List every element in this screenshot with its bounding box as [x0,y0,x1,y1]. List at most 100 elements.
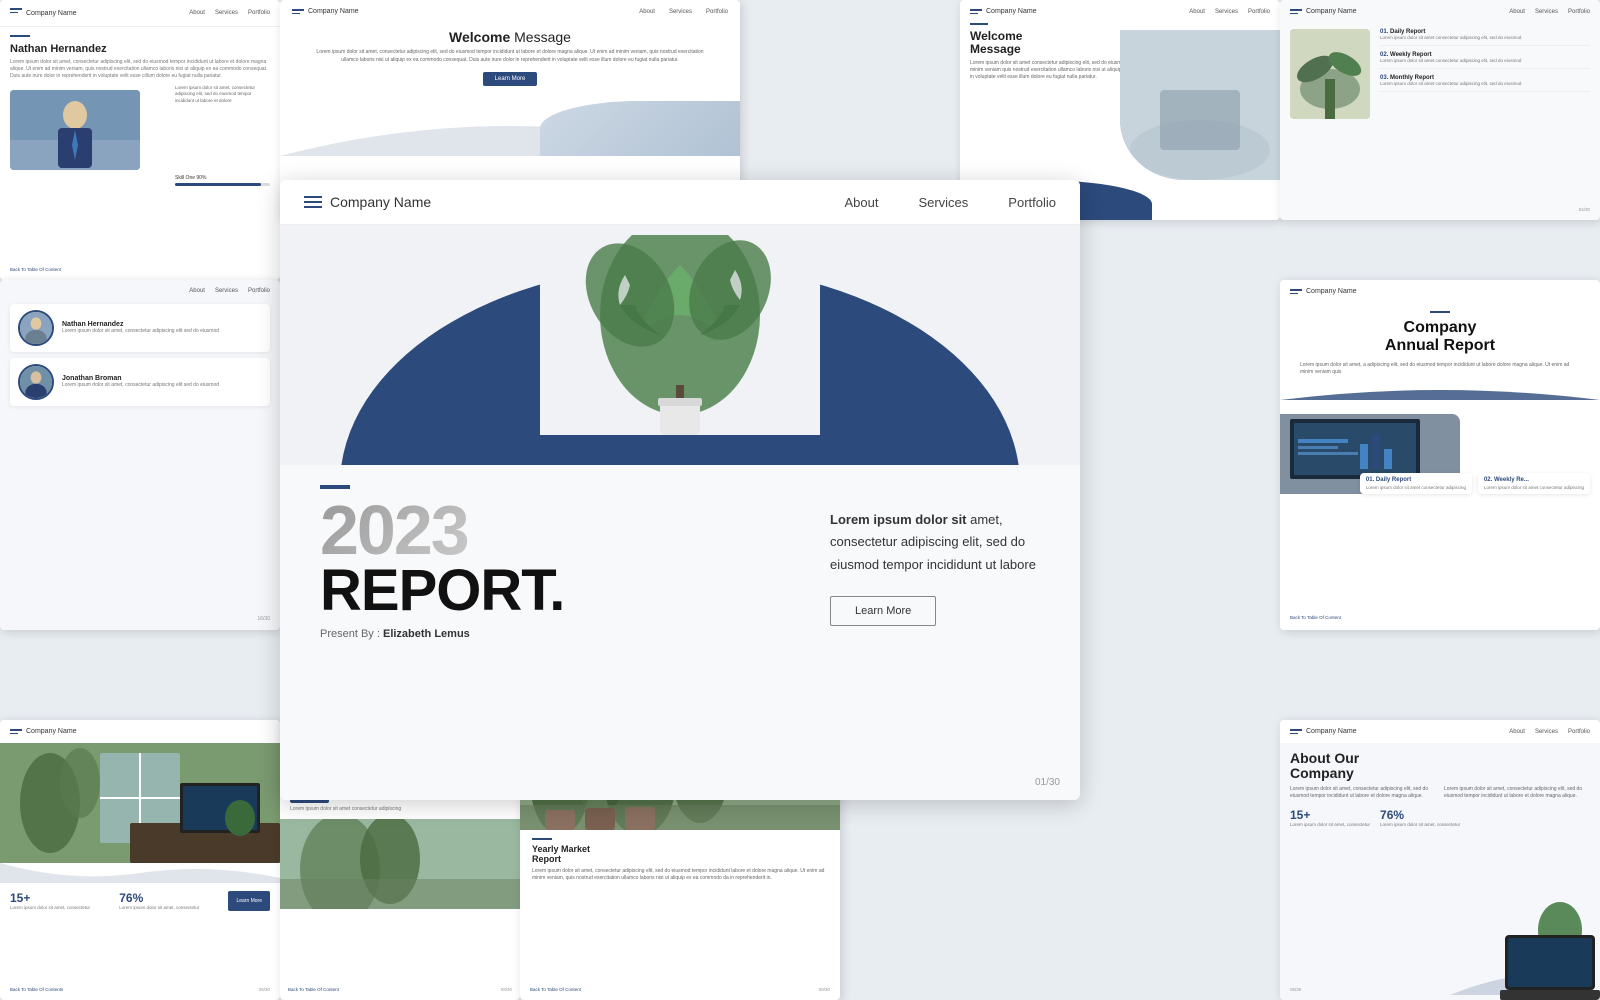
person-name-rest: Hernandez [47,43,106,55]
stat-num-1: 15+ [10,891,109,905]
skill-bar-container: Skill One 90% [175,175,270,186]
slide-office-stats: Company Name 15+ Lorem ip [0,720,280,1000]
report-right: Lorem ipsum dolor sit amet, consectetur … [830,485,1050,640]
nav-services-ml: Services [215,288,238,294]
learn-more-btn-main[interactable]: Learn More [830,596,936,626]
nav-portfolio-tc: Portfolio [706,9,728,15]
nav-about-wr: About [1189,9,1205,15]
report-tag [320,485,350,489]
member-text-1: Lorem ipsum dolor sit amet, consectetur … [62,328,219,335]
person-name-bold: Nathan [10,43,47,55]
daily-box-title: 01. Daily Report [1366,477,1466,483]
company-name-tr: Company Name [1306,8,1357,15]
nav-portfolio-main[interactable]: Portfolio [1008,195,1056,210]
member-name-1: Nathan Hernandez [62,321,219,328]
report-cards-right: 01. Daily Report Lorem ipsum dolor sit a… [1280,23,1600,125]
about-stats: 15+ Lorem ipsum dolor sit amet, consecte… [1290,808,1590,827]
report-item-2-text: Lorem ipsum dolor sit amet consectetur a… [1380,58,1590,64]
hero-img-tc [540,101,740,156]
about-title: About Our Company [1290,751,1590,782]
nav-portfolio-br: Portfolio [1568,729,1590,735]
company-name-mr: Company Name [1306,288,1357,295]
team-member-1: Nathan Hernandez Lorem ipsum dolor sit a… [10,304,270,352]
report-item-3-text: Lorem ipsum dolor sit amet consectetur a… [1380,81,1590,87]
tech-img-br [1500,930,1600,1000]
stat-text-2: Lorem ipsum dolor sit amet, consectetur [119,905,218,911]
member-info-1: Nathan Hernandez Lorem ipsum dolor sit a… [62,321,219,335]
nav-services-main[interactable]: Services [918,195,968,210]
nav-services-tr: Services [1535,9,1558,15]
logo-wr: Company Name [970,8,1037,15]
about-stat-1: 15+ Lorem ipsum dolor sit amet, consecte… [1290,808,1370,827]
avatar-jonathan [18,364,54,400]
company-name-bl: Company Name [26,728,77,735]
nav-portfolio-tr: Portfolio [1568,9,1590,15]
date-text-bcl: Lorem ipsum dolor sit amet consectetur a… [290,806,510,813]
plant-img-small [1290,29,1370,119]
back-link-bcr: Back To Table Of Content [530,987,581,992]
logo-icon-wr [970,9,982,14]
logo-icon-tr [1290,9,1302,14]
slide-reports-tr: Company Name About Services Portfolio 01… [1280,0,1600,220]
page-num-br: 06/30 [1290,987,1301,992]
logo-tc: Company Name [292,8,359,15]
hero-section [280,225,1080,465]
nav-about-tr: About [1509,9,1525,15]
learn-more-btn-tc[interactable]: Learn More [483,72,538,86]
company-name-main: Company Name [330,194,431,210]
page-num-bcr: 08/30 [819,987,830,992]
person-image [10,90,140,170]
yearly-content: Yearly Market Report Lorem ipsum dolor s… [520,830,840,890]
weekly-box: 02. Weekly Re... Lorem ipsum dolor sit a… [1478,473,1590,494]
yearly-text: Lorem ipsum dolor sit amet, consectetur … [532,868,828,882]
about-cols: Lorem ipsum dolor sit amet, consectetur … [1290,786,1590,800]
slide-about-company: Company Name About Services Portfolio Ab… [1280,720,1600,1000]
annual-lorem: Lorem ipsum dolor sit amet, a adipiscing… [1280,362,1600,376]
nav-bar-br: Company Name About Services Portfolio [1280,720,1600,743]
about-stat-text-1: Lorem ipsum dolor sit amet, consectetur [1290,822,1370,827]
accent-wr [970,23,988,25]
accent-bcr [532,838,552,840]
back-link-mr: Back To Table Of Content [1290,615,1341,620]
slide-annual-report: Company Name Company Annual Report Lorem… [1280,280,1600,630]
member-info-2: Jonathan Broman Lorem ipsum dolor sit am… [62,375,219,389]
hamburger-icon[interactable] [304,196,322,208]
back-link-tl: Back To Table Of Content [10,267,61,272]
report-left: 2023 REPORT. Present By : Elizabeth Lemu… [320,485,810,640]
nav-services-tl: Services [215,10,238,16]
nav-portfolio-tl: Portfolio [248,10,270,16]
welcome-title-tc: Welcome Message [280,29,740,45]
back-link-bl: Back To Table Of Contents [10,987,63,992]
stat-1: 15+ Lorem ipsum dolor sit amet, consecte… [10,891,109,911]
nav-about-main[interactable]: About [844,195,878,210]
nav-links-tr: About Services Portfolio [1509,9,1590,15]
report-list-item-1: 01. Daily Report Lorem ipsum dolor sit a… [1380,29,1590,46]
nav-links-tc: About Services Portfolio [639,9,728,15]
stat-2: 76% Lorem ipsum dolor sit amet, consecte… [119,891,218,911]
avatar-nathan [18,310,54,346]
nav-bar-top-left: Company Name About Services Portfolio [0,0,280,27]
learn-btn-bl[interactable]: Learn More [228,891,270,911]
daily-weekly-boxes: 01. Daily Report Lorem ipsum dolor sit a… [1360,473,1590,494]
nav-about-tc: About [639,9,655,15]
logo-icon-mr [1290,289,1302,294]
skill-fill [175,183,261,186]
nav-bar-mr: Company Name [1280,280,1600,303]
hero-bottom-tc [280,96,740,156]
nav-services-br: Services [1535,729,1558,735]
report-year: 2023 [320,499,810,562]
logo-icon-tc [292,9,304,14]
nav-portfolio-ml: Portfolio [248,288,270,294]
nav-bar-tc: Company Name About Services Portfolio [280,0,740,23]
skill-label: Skill One 90% [175,175,270,181]
logo-icon-br [1290,729,1302,734]
nav-about-tl: About [189,10,205,16]
nav-bar-bl: Company Name [0,720,280,743]
back-link-bcl: Back To Table Of Content [288,987,339,992]
office-img [0,743,280,863]
avatar-img-nathan [20,312,52,344]
nav-links-wr: About Services Portfolio [1189,9,1270,15]
page-num-tr: 04/30 [1579,207,1590,212]
page-num-bcl: 08/30 [501,987,512,992]
member-name-2: Jonathan Broman [62,375,219,382]
